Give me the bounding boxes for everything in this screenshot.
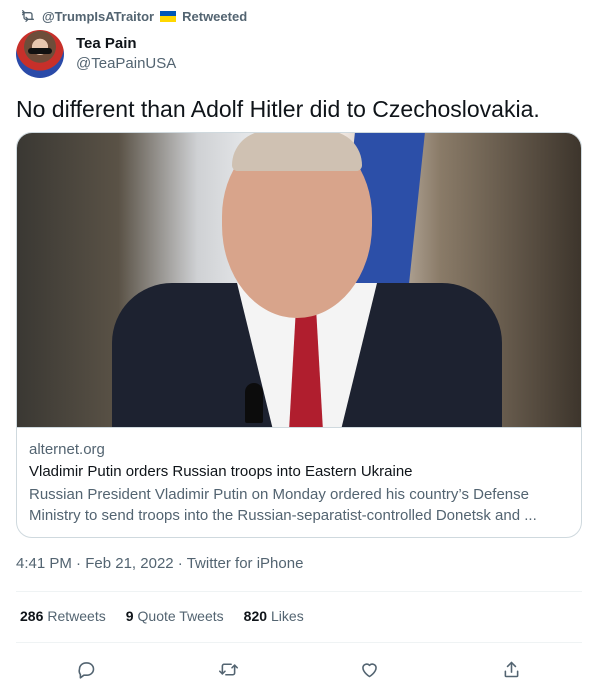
divider [16, 642, 582, 643]
retweets-label: Retweets [47, 608, 106, 624]
quotes-stat[interactable]: 9 Quote Tweets [126, 608, 224, 624]
tweet-author[interactable]: Tea Pain @TeaPainUSA [16, 30, 176, 78]
tweet-source[interactable]: Twitter for iPhone [187, 555, 304, 572]
like-icon [362, 662, 378, 677]
ukraine-flag-icon [160, 10, 177, 22]
reply-button[interactable] [70, 652, 104, 686]
retweets-stat[interactable]: 286 Retweets [20, 608, 106, 624]
like-button[interactable] [353, 652, 387, 686]
share-button[interactable] [494, 652, 528, 686]
tweet-actions [16, 652, 582, 686]
divider [16, 591, 582, 592]
likes-stat[interactable]: 820 Likes [244, 608, 304, 624]
tweet-text: No different than Adolf Hitler did to Cz… [16, 96, 540, 122]
author-display-name[interactable]: Tea Pain [76, 34, 176, 54]
tweet-date[interactable]: Feb 21, 2022 [85, 555, 173, 572]
reply-icon [78, 661, 95, 679]
retweeter-handle[interactable]: @TrumpIsATraitor [42, 9, 154, 24]
tweet-time[interactable]: 4:41 PM [16, 555, 72, 572]
retweet-icon [218, 662, 238, 676]
quotes-count: 9 [125, 608, 134, 624]
retweet-button[interactable] [211, 652, 245, 686]
tweet-stats: 286 Retweets 9 Quote Tweets 820 Likes [20, 608, 304, 624]
quotes-label: Quote Tweets [137, 608, 224, 624]
card-description: Russian President Vladimir Putin on Mond… [29, 486, 537, 524]
card-title[interactable]: Vladimir Putin orders Russian troops int… [29, 462, 569, 482]
tweet-meta: 4:41 PM · Feb 21, 2022 · Twitter for iPh… [16, 555, 303, 572]
likes-label: Likes [271, 608, 304, 624]
retweets-count: 286 [20, 608, 44, 624]
author-handle[interactable]: @TeaPainUSA [76, 54, 176, 74]
card-image[interactable] [17, 133, 581, 427]
meta-separator: · [76, 555, 82, 572]
likes-count: 820 [243, 608, 268, 624]
card-domain: alternet.org [29, 441, 105, 458]
retweet-icon [22, 10, 34, 22]
link-card[interactable]: alternet.org Vladimir Putin orders Russi… [16, 132, 582, 538]
share-icon [504, 661, 519, 677]
meta-separator: · [177, 555, 183, 572]
avatar[interactable] [16, 30, 64, 78]
retweeted-label: Retweeted [182, 8, 248, 24]
retweet-context: @TrumpIsATraitor Retweeted [20, 8, 247, 24]
